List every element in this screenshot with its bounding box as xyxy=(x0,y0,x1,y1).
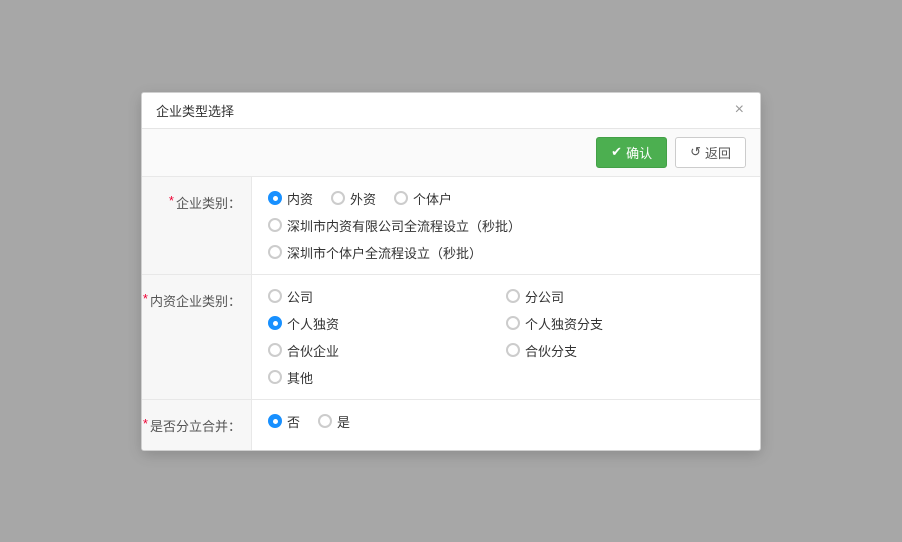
radio-grdz-fz-circle xyxy=(506,316,520,330)
merge-type-row: * 是否分立合并： 否 是 xyxy=(142,400,760,450)
radio-neizi[interactable]: 内资 xyxy=(268,189,313,208)
label-text-2: 内资企业类别： xyxy=(150,291,241,310)
radio-qt-circle xyxy=(268,370,282,384)
confirm-button[interactable]: ✔ 确认 xyxy=(596,137,667,168)
radio-grdz-circle xyxy=(268,316,282,330)
merge-type-content: 否 是 xyxy=(252,400,760,443)
confirm-check-icon: ✔ xyxy=(611,144,622,160)
radio-geth[interactable]: 个体户 xyxy=(394,189,452,208)
radio-sz-neizi-label: 深圳市内资有限公司全流程设立（秒批） xyxy=(287,216,521,235)
nz-enterprise-type-content: 公司 个人独资 合伙企业 xyxy=(252,275,760,399)
merge-type-label: * 是否分立合并： xyxy=(142,400,252,450)
back-icon: ↺ xyxy=(690,144,701,160)
radio-sz-geth-circle xyxy=(268,245,282,259)
nz-enterprise-type-row: * 内资企业类别： 公司 个人独资 xyxy=(142,275,760,400)
label-text-1: 企业类别： xyxy=(176,193,241,212)
radio-no-circle xyxy=(268,414,282,428)
radio-sz-geth-label: 深圳市个体户全流程设立（秒批） xyxy=(287,243,482,262)
dialog-title: 企业类型选择 xyxy=(156,101,234,120)
nz-enterprise-type-label: * 内资企业类别： xyxy=(142,275,252,399)
radio-gs[interactable]: 公司 xyxy=(268,287,506,306)
radio-neizi-circle xyxy=(268,191,282,205)
radio-gs-label: 公司 xyxy=(287,287,313,306)
radio-waizi-label: 外资 xyxy=(350,189,376,208)
radio-fgs[interactable]: 分公司 xyxy=(506,287,744,306)
nz-type-grid: 公司 个人独资 合伙企业 xyxy=(268,287,744,387)
enterprise-type-label: * 企业类别： xyxy=(142,177,252,274)
radio-hhqy[interactable]: 合伙企业 xyxy=(268,341,506,360)
merge-type-options: 否 是 xyxy=(268,412,744,431)
radio-grdz[interactable]: 个人独资 xyxy=(268,314,506,333)
enterprise-type-dialog: 企业类型选择 × ✔ 确认 ↺ 返回 * 企业类别： xyxy=(141,92,761,451)
radio-sz-neizi-circle xyxy=(268,218,282,232)
confirm-label: 确认 xyxy=(626,143,652,162)
radio-gs-circle xyxy=(268,289,282,303)
radio-sz-neizi[interactable]: 深圳市内资有限公司全流程设立（秒批） xyxy=(268,216,521,235)
radio-yes[interactable]: 是 xyxy=(318,412,350,431)
radio-grdz-fz-label: 个人独资分支 xyxy=(525,314,603,333)
dialog-overlay: 企业类型选择 × ✔ 确认 ↺ 返回 * 企业类别： xyxy=(0,0,902,542)
radio-grdz-fz[interactable]: 个人独资分支 xyxy=(506,314,744,333)
label-text-3: 是否分立合并： xyxy=(150,416,241,435)
required-mark-3: * xyxy=(143,416,148,431)
close-button[interactable]: × xyxy=(733,102,746,118)
enterprise-type-row2: 深圳市内资有限公司全流程设立（秒批） xyxy=(268,216,744,235)
radio-geth-label: 个体户 xyxy=(413,189,452,208)
enterprise-type-content: 内资 外资 个体户 xyxy=(252,177,760,274)
radio-waizi[interactable]: 外资 xyxy=(331,189,376,208)
radio-geth-circle xyxy=(394,191,408,205)
radio-fgs-circle xyxy=(506,289,520,303)
radio-hh-fz-circle xyxy=(506,343,520,357)
radio-no[interactable]: 否 xyxy=(268,412,300,431)
dialog-toolbar: ✔ 确认 ↺ 返回 xyxy=(142,129,760,177)
radio-qt[interactable]: 其他 xyxy=(268,368,506,387)
radio-hhqy-label: 合伙企业 xyxy=(287,341,339,360)
radio-fgs-label: 分公司 xyxy=(525,287,564,306)
enterprise-type-row: * 企业类别： 内资 外资 xyxy=(142,177,760,275)
radio-sz-geth[interactable]: 深圳市个体户全流程设立（秒批） xyxy=(268,243,482,262)
radio-grdz-label: 个人独资 xyxy=(287,314,339,333)
radio-hhqy-circle xyxy=(268,343,282,357)
radio-waizi-circle xyxy=(331,191,345,205)
radio-no-label: 否 xyxy=(287,412,300,431)
enterprise-type-row3: 深圳市个体户全流程设立（秒批） xyxy=(268,243,744,262)
radio-hh-fz-label: 合伙分支 xyxy=(525,341,577,360)
radio-neizi-label: 内资 xyxy=(287,189,313,208)
required-mark-2: * xyxy=(143,291,148,306)
dialog-header: 企业类型选择 × xyxy=(142,93,760,129)
required-mark-1: * xyxy=(169,193,174,208)
enterprise-type-row1: 内资 外资 个体户 xyxy=(268,189,744,208)
back-label: 返回 xyxy=(705,143,731,162)
radio-qt-label: 其他 xyxy=(287,368,313,387)
form-body: * 企业类别： 内资 外资 xyxy=(142,177,760,450)
back-button[interactable]: ↺ 返回 xyxy=(675,137,746,168)
radio-hh-fz[interactable]: 合伙分支 xyxy=(506,341,744,360)
radio-yes-label: 是 xyxy=(337,412,350,431)
radio-yes-circle xyxy=(318,414,332,428)
